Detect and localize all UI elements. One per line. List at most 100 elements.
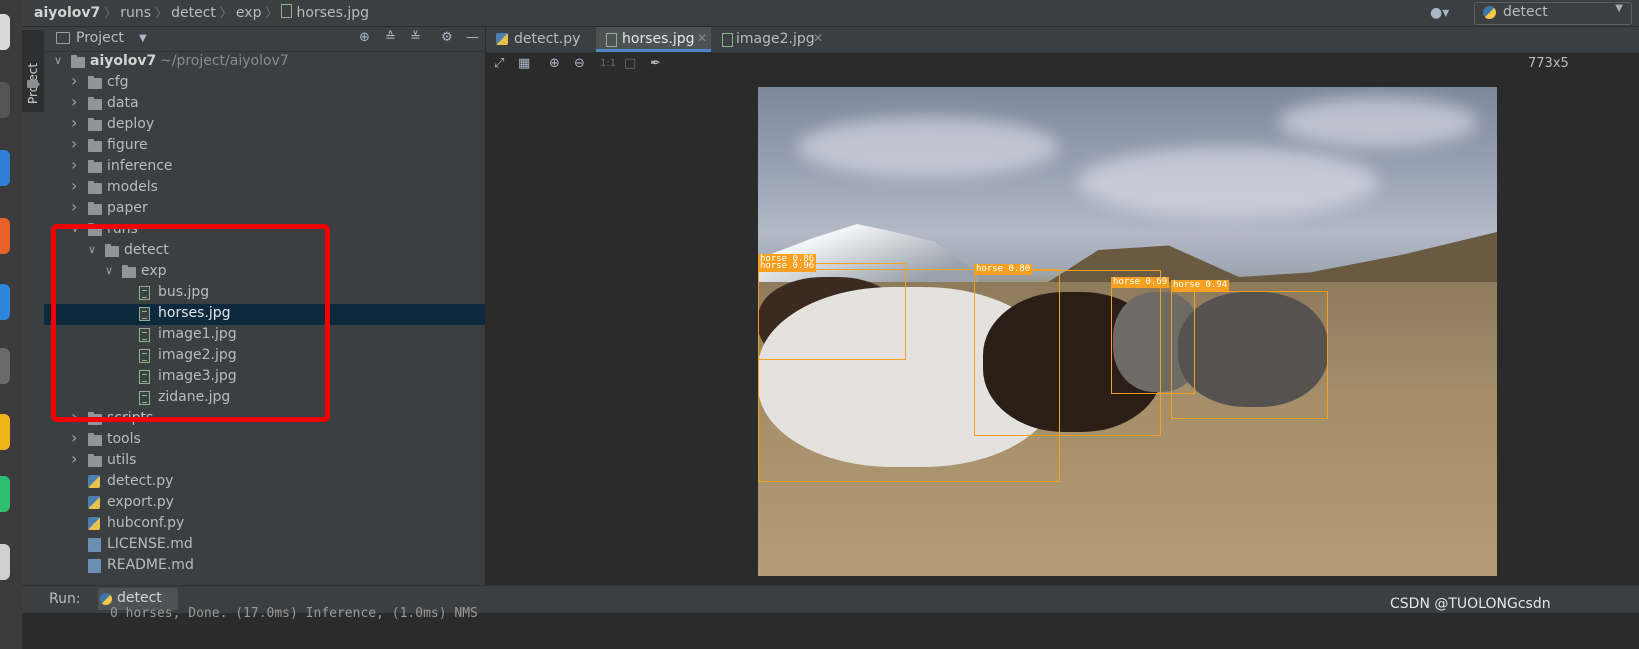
chevron-right-icon[interactable]: › (71, 92, 77, 111)
editor-tabs: detect.py horses.jpg ✕ image2.jpg ✕ (486, 27, 1639, 53)
tree-item[interactable]: › paper (44, 197, 485, 220)
breadcrumb-item[interactable]: aiyolov7 (34, 5, 100, 21)
breadcrumb-item[interactable]: exp (236, 5, 262, 21)
cloud (1278, 97, 1478, 147)
tree-item-label: export.py (107, 494, 174, 510)
tree-item[interactable]: LICENSE.md (44, 535, 485, 556)
python-file-icon (88, 496, 100, 509)
tree-item-label: hubconf.py (107, 515, 185, 531)
tree-item[interactable]: detect.py (44, 472, 485, 493)
chevron-right-icon[interactable]: › (71, 197, 77, 216)
breadcrumb-separator-icon: 〉 (219, 6, 232, 20)
tree-item[interactable]: › figure (44, 134, 485, 157)
gear-icon[interactable]: ⚙ (441, 30, 453, 45)
locate-icon[interactable]: ⊕ (359, 30, 370, 45)
run-configuration-dropdown[interactable]: detect ▼ (1474, 2, 1632, 25)
close-icon[interactable]: ✕ (813, 31, 823, 45)
chevron-down-icon[interactable]: ▼ (139, 33, 147, 44)
terminal-app-icon[interactable] (0, 82, 10, 118)
background-icon[interactable]: □ (624, 56, 636, 71)
breadcrumb-separator-icon: 〉 (265, 6, 278, 20)
tree-item[interactable]: ∨ aiyolov7 ~/project/aiyolov7 (44, 52, 485, 73)
watermark: CSDN @TUOLONGcsdn (1390, 596, 1551, 612)
user-icon[interactable]: ●▾ (1430, 5, 1454, 21)
editor-app-icon[interactable] (0, 150, 10, 186)
run-console[interactable]: 0 horses, Done. (17.0ms) Inference, (1.0… (22, 606, 1639, 649)
tab-horses-jpg[interactable]: horses.jpg ✕ (596, 27, 711, 52)
fit-icon[interactable]: ⤢ (494, 56, 504, 71)
zoom-in-icon[interactable]: ⊕ (549, 56, 560, 71)
tree-item-label: README.md (107, 557, 194, 573)
collapse-all-icon[interactable]: ≚ (410, 30, 421, 45)
close-icon[interactable]: ✕ (697, 31, 707, 45)
chevron-right-icon[interactable]: › (71, 71, 77, 90)
chevron-right-icon[interactable]: › (71, 428, 77, 447)
os-launcher (0, 0, 22, 649)
folder-icon (88, 139, 102, 152)
breadcrumb-item[interactable]: runs (120, 5, 151, 21)
folder-icon (88, 118, 102, 131)
expand-all-icon[interactable]: ≙ (385, 30, 396, 45)
project-tool-tab[interactable]: Project (22, 30, 44, 112)
pycharm-app-icon[interactable] (0, 476, 10, 512)
navigation-bar: aiyolov7 〉 runs 〉 detect 〉 exp 〉 horses.jpg ●▾ d… (22, 0, 1639, 27)
tree-item-label: figure (107, 137, 148, 153)
tab-detect-py[interactable]: detect.py (492, 27, 595, 52)
settings-app-icon[interactable] (0, 348, 10, 384)
markdown-file-icon (88, 559, 101, 573)
tree-item[interactable]: › utils (44, 449, 485, 472)
python-icon (100, 593, 112, 605)
detection-label: horse 0.80 (974, 264, 1033, 275)
detection-result-image: horse 0.86 horse 0.96 horse 0.80 horse 0… (758, 87, 1497, 576)
tree-item[interactable]: › inference (44, 155, 485, 178)
tree-item[interactable]: hubconf.py (44, 514, 485, 535)
tool-window-strip: Project (22, 27, 45, 615)
tree-item-label: LICENSE.md (107, 536, 193, 552)
tree-item[interactable]: › data (44, 92, 485, 115)
python-file-icon (496, 33, 508, 45)
tree-item[interactable]: › cfg (44, 71, 485, 94)
tree-item-label: paper (107, 200, 148, 216)
run-tab-label: detect (117, 590, 162, 606)
grid-icon[interactable]: ▦ (518, 56, 530, 71)
breadcrumb-item[interactable]: detect (171, 5, 216, 21)
chevron-right-icon[interactable]: › (71, 113, 77, 132)
folder-icon (88, 202, 102, 215)
tree-item[interactable]: export.py (44, 493, 485, 514)
cloud (798, 117, 1058, 177)
breadcrumb-item[interactable]: horses.jpg (296, 5, 369, 21)
run-configuration-label: detect (1503, 4, 1548, 20)
disk-app-icon[interactable] (0, 544, 10, 580)
files-app-icon[interactable] (0, 14, 10, 50)
minimize-icon[interactable]: — (466, 30, 479, 45)
tree-item[interactable]: › models (44, 176, 485, 199)
project-panel-title[interactable]: Project (76, 30, 124, 46)
color-picker-icon[interactable]: ✒ (650, 56, 661, 71)
tree-item[interactable]: › tools (44, 428, 485, 451)
chevron-right-icon[interactable]: › (71, 155, 77, 174)
folder-icon (27, 80, 38, 88)
tree-item-label: detect.py (107, 473, 174, 489)
tree-item[interactable]: › deploy (44, 113, 485, 136)
actual-size-icon[interactable]: 1:1 (600, 58, 616, 69)
editor-pane: detect.py horses.jpg ✕ image2.jpg ✕ ⤢ ▦ … (486, 27, 1639, 585)
tab-image2-jpg[interactable]: image2.jpg ✕ (716, 27, 826, 52)
detection-label: horse 0.94 (1171, 280, 1230, 291)
chevron-right-icon[interactable]: › (71, 176, 77, 195)
tree-item[interactable]: README.md (44, 556, 485, 577)
chevron-right-icon[interactable]: › (71, 449, 77, 468)
zoom-out-icon[interactable]: ⊖ (574, 56, 585, 71)
chevron-down-icon[interactable]: ∨ (54, 54, 62, 67)
tree-item-label: deploy (107, 116, 155, 132)
tree-item-label: aiyolov7 (90, 53, 157, 69)
tab-label: detect.py (514, 31, 581, 47)
software-app-icon[interactable] (0, 218, 10, 254)
highlight-annotation (51, 224, 330, 422)
chrome-app-icon[interactable] (0, 414, 10, 450)
folder-icon (88, 76, 102, 89)
chevron-right-icon[interactable]: › (71, 134, 77, 153)
folder-icon (71, 55, 85, 68)
project-panel-header: Project ▼ ⊕ ≙ ≚ ⚙ — (44, 27, 485, 52)
browser-app-icon[interactable] (0, 284, 10, 320)
tab-label: image2.jpg (736, 31, 815, 47)
